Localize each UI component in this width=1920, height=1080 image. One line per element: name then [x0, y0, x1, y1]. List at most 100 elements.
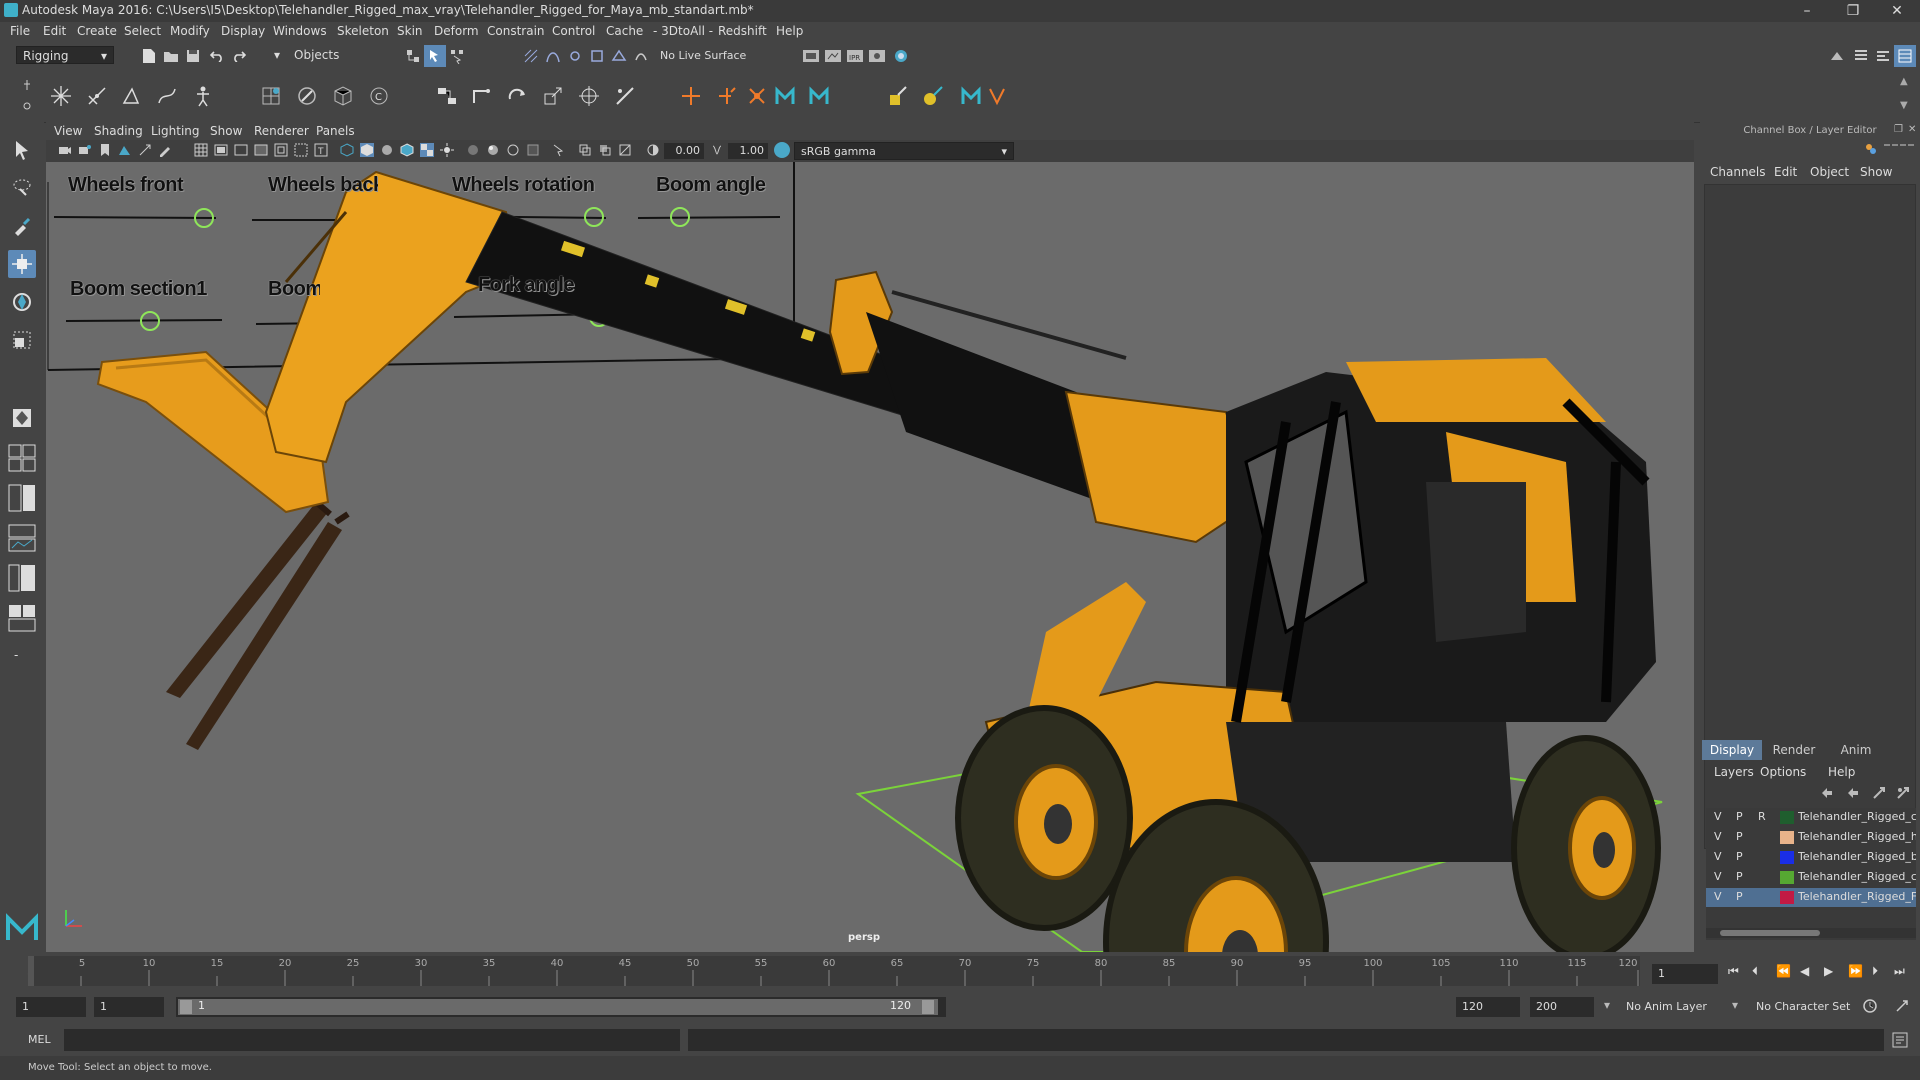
anti-alias-icon[interactable]: [526, 143, 540, 157]
auto-key-icon[interactable]: [1862, 998, 1878, 1014]
snap-curve-icon[interactable]: [542, 45, 564, 67]
bookmark-icon[interactable]: [98, 143, 112, 157]
menu-edit[interactable]: Edit: [43, 24, 66, 38]
paint-select-tool-icon[interactable]: [8, 212, 36, 240]
grease-pencil-icon[interactable]: [158, 143, 172, 157]
close-button[interactable]: ✕: [1874, 0, 1920, 22]
layer-reference-toggle[interactable]: R: [1758, 810, 1766, 823]
menu-skeleton[interactable]: Skeleton: [337, 24, 389, 38]
select-by-object-icon[interactable]: [424, 45, 446, 67]
bind-skin-icon[interactable]: [260, 85, 282, 107]
layer-color-swatch[interactable]: [1780, 811, 1794, 824]
camera-attributes-icon[interactable]: [78, 143, 92, 157]
range-slider-handle[interactable]: 1 120: [178, 999, 938, 1015]
playback-start-field[interactable]: 1: [94, 997, 164, 1017]
redo-icon[interactable]: [228, 45, 250, 67]
panel-menu-renderer[interactable]: Renderer: [254, 124, 309, 138]
channel-box-options-icon[interactable]: [1864, 142, 1878, 156]
play-backwards-icon[interactable]: ◀: [1800, 964, 1809, 978]
scale-tool-icon[interactable]: [8, 326, 36, 354]
3dtoall-tool-b-icon[interactable]: [808, 85, 830, 107]
panel-menu-panels[interactable]: Panels: [316, 124, 355, 138]
tab-display-layers[interactable]: Display: [1702, 740, 1762, 760]
command-input[interactable]: [64, 1029, 680, 1051]
range-slider-bar[interactable]: 1 120: [176, 997, 946, 1017]
chevron-down-icon[interactable]: ▾: [1604, 998, 1610, 1012]
mode-selector[interactable]: Rigging ▾: [16, 46, 114, 64]
layer-name[interactable]: Telehandler_Rigged_helpers: [1798, 830, 1916, 843]
go-to-end-icon[interactable]: ⏭: [1894, 964, 1905, 979]
gamma-field[interactable]: 1.00: [728, 143, 768, 159]
grid-toggle-icon[interactable]: [194, 143, 208, 157]
chevron-down-icon[interactable]: ▾: [1732, 998, 1738, 1012]
3dtoall-tool-d-icon[interactable]: [986, 85, 1008, 107]
tab-anim-layers[interactable]: Anim: [1826, 740, 1886, 760]
layer-row[interactable]: V P R Telehandler_Rigged_controls: [1706, 808, 1916, 827]
lattice-icon[interactable]: [332, 85, 354, 107]
isolate-select-icon[interactable]: [552, 143, 566, 157]
select-tool-icon[interactable]: [8, 136, 36, 164]
tab-edit[interactable]: Edit: [1774, 165, 1797, 179]
layer-playback-toggle[interactable]: P: [1736, 850, 1743, 863]
step-back-key-icon[interactable]: ⏪: [1776, 964, 1791, 978]
layer-menu-options[interactable]: Options: [1760, 765, 1806, 779]
four-view-layout-icon[interactable]: [8, 444, 36, 472]
render-current-icon[interactable]: [822, 45, 844, 67]
shelf-scroll-up-icon[interactable]: ▲: [1900, 76, 1908, 87]
layer-row[interactable]: V P Telehandler_Rigged_FBX: [1706, 888, 1916, 907]
aim-constraint-icon[interactable]: [578, 85, 600, 107]
float-panel-icon[interactable]: ❐: [1894, 124, 1903, 135]
parent-constraint-icon[interactable]: [436, 85, 458, 107]
orient-constraint-icon[interactable]: [506, 85, 528, 107]
wireframe-on-shaded-icon[interactable]: [400, 143, 414, 157]
layer-playback-toggle[interactable]: P: [1736, 870, 1743, 883]
layer-visibility-toggle[interactable]: V: [1714, 850, 1722, 863]
layer-name[interactable]: Telehandler_Rigged_FBX: [1798, 890, 1916, 903]
ik-handle-icon[interactable]: [120, 85, 142, 107]
render-view-icon[interactable]: [800, 45, 822, 67]
step-forward-frame-icon[interactable]: ⏵: [1872, 964, 1878, 979]
script-editor-icon[interactable]: [1892, 1032, 1908, 1048]
layer-name[interactable]: Telehandler_Rigged_bones: [1798, 850, 1916, 863]
menu-create[interactable]: Create: [77, 24, 117, 38]
tab-channels[interactable]: Channels: [1710, 165, 1766, 179]
exposure-icon[interactable]: [646, 143, 660, 157]
image-plane-icon[interactable]: [118, 143, 132, 157]
range-end-grip[interactable]: [922, 1000, 934, 1014]
menu-skin[interactable]: Skin: [397, 24, 423, 38]
wireframe-icon[interactable]: [340, 143, 354, 157]
insert-joint-icon[interactable]: [86, 85, 108, 107]
step-back-frame-icon[interactable]: ⏴: [1752, 964, 1758, 979]
layer-name[interactable]: Telehandler_Rigged_controls: [1798, 810, 1916, 823]
menu-modify[interactable]: Modify: [170, 24, 210, 38]
animation-preferences-icon[interactable]: [1894, 998, 1910, 1014]
create-joints-icon[interactable]: [50, 85, 72, 107]
layer-color-swatch[interactable]: [1780, 891, 1794, 904]
safe-action-icon[interactable]: [294, 143, 308, 157]
xray-icon[interactable]: [578, 143, 592, 157]
persp-graph-layout-icon[interactable]: [8, 524, 36, 552]
side-by-side-layout-icon[interactable]: [8, 484, 36, 512]
anim-layer-dropdown[interactable]: No Anim Layer: [1620, 997, 1726, 1017]
view-transform-dropdown[interactable]: sRGB gamma ▾: [794, 142, 1014, 160]
camera-select-icon[interactable]: [58, 143, 72, 157]
range-start-grip[interactable]: [180, 1000, 192, 1014]
motion-blur-icon[interactable]: [506, 143, 520, 157]
layer-playback-toggle[interactable]: P: [1736, 830, 1743, 843]
layer-name[interactable]: Telehandler_Rigged_controllers: [1798, 870, 1916, 883]
film-gate-icon[interactable]: [214, 143, 228, 157]
channel-box-toggle-icon[interactable]: [1894, 45, 1916, 67]
resolution-gate-icon[interactable]: [234, 143, 248, 157]
snap-surface-icon[interactable]: [608, 45, 630, 67]
use-all-lights-icon[interactable]: [440, 143, 454, 157]
persp-outliner-layout-icon[interactable]: [8, 564, 36, 592]
make-live-icon[interactable]: [630, 45, 652, 67]
textured-icon[interactable]: [420, 143, 434, 157]
current-frame-field[interactable]: 1: [1652, 964, 1718, 984]
move-layer-up-icon[interactable]: [1820, 786, 1834, 800]
3dtoall-tool-a-icon[interactable]: [774, 85, 796, 107]
layer-visibility-toggle[interactable]: V: [1714, 890, 1722, 903]
rig-control-icon[interactable]: [716, 85, 738, 107]
tab-object[interactable]: Object: [1810, 165, 1849, 179]
undo-icon[interactable]: [206, 45, 228, 67]
